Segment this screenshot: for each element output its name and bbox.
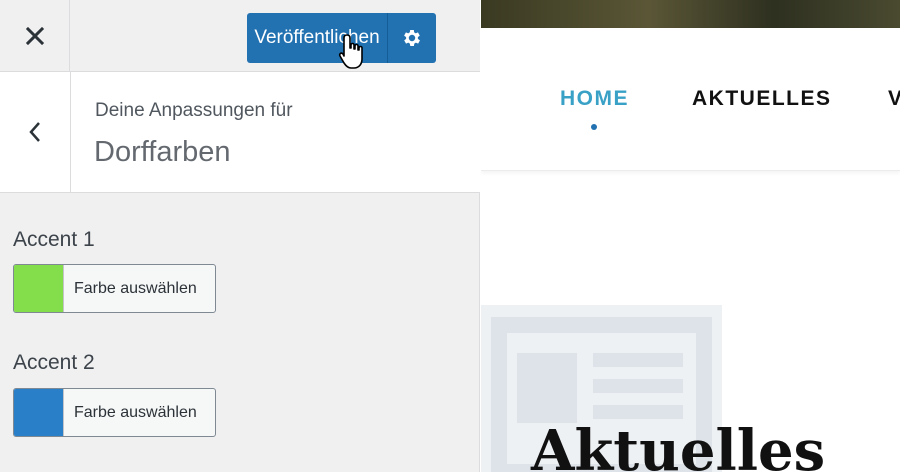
active-indicator	[591, 124, 597, 130]
accent-2-swatch	[14, 389, 64, 436]
gear-icon	[404, 30, 420, 46]
accent-2-color-button[interactable]: Farbe auswählen	[13, 388, 216, 437]
publish-button[interactable]: Veröffentlichen	[247, 13, 387, 63]
accent-1-swatch	[14, 265, 64, 312]
hero-image	[481, 0, 900, 28]
publish-settings-button[interactable]	[387, 13, 436, 63]
customizer-panel: Veröffentlichen Deine Anpassungen für Do…	[0, 0, 480, 472]
nav-item-partial[interactable]: V	[888, 87, 900, 111]
close-icon	[25, 27, 44, 45]
accent-1-button-label: Farbe auswählen	[74, 279, 197, 297]
chevron-left-icon	[29, 122, 40, 142]
customizer-header: Veröffentlichen	[0, 0, 480, 72]
hand-cursor-icon	[338, 34, 363, 69]
accent-2-label: Accent 2	[13, 351, 95, 374]
accent-2-button-label: Farbe auswählen	[74, 403, 197, 421]
site-preview: HOME AKTUELLES V Aktuelles	[481, 0, 900, 472]
close-button[interactable]	[0, 0, 70, 72]
section-title-bar: Deine Anpassungen für Dorffarben	[0, 72, 480, 193]
accent-1-color-button[interactable]: Farbe auswählen	[13, 264, 216, 313]
accent-1-label: Accent 1	[13, 228, 95, 251]
section-subtitle: Deine Anpassungen für	[95, 100, 293, 121]
nav-item-aktuelles[interactable]: AKTUELLES	[692, 87, 832, 111]
back-button[interactable]	[0, 72, 71, 192]
site-navigation: HOME AKTUELLES V	[481, 28, 900, 171]
page-heading: Aktuelles	[531, 418, 826, 472]
nav-item-home[interactable]: HOME	[560, 87, 629, 111]
section-title: Dorffarben	[94, 136, 231, 168]
